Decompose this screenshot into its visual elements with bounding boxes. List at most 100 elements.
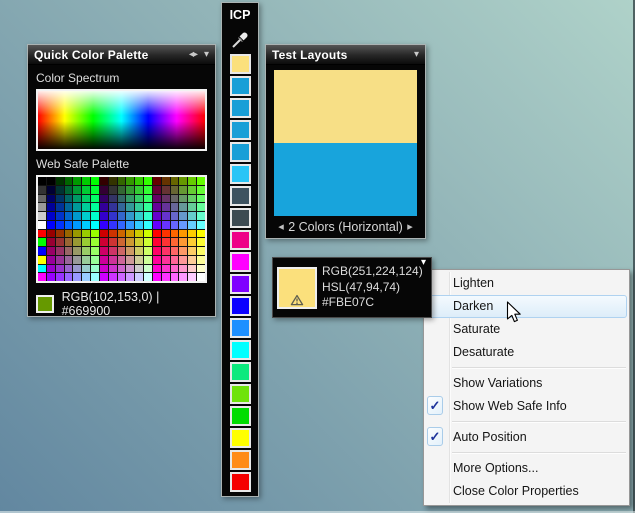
palette-cell[interactable] xyxy=(46,177,55,185)
palette-cell[interactable] xyxy=(126,203,135,211)
palette-cell[interactable] xyxy=(82,194,91,203)
icp-color-swatch[interactable] xyxy=(229,296,251,316)
palette-cell[interactable] xyxy=(170,247,179,255)
palette-cell[interactable] xyxy=(73,203,82,211)
palette-cell[interactable] xyxy=(170,220,179,229)
palette-cell[interactable] xyxy=(91,255,99,264)
palette-cell[interactable] xyxy=(135,229,144,238)
palette-cell[interactable] xyxy=(179,264,188,273)
icp-color-swatch[interactable] xyxy=(229,120,251,140)
menu-item-saturate[interactable]: Saturate xyxy=(424,318,629,341)
palette-cell[interactable] xyxy=(64,194,73,203)
palette-cell[interactable] xyxy=(170,212,179,220)
palette-cell[interactable] xyxy=(73,212,82,220)
palette-cell[interactable] xyxy=(82,203,91,211)
palette-cell[interactable] xyxy=(152,229,161,238)
palette-cell[interactable] xyxy=(46,247,55,255)
layout-color-band[interactable] xyxy=(274,70,417,143)
icp-color-swatch[interactable] xyxy=(229,230,251,250)
palette-cell[interactable] xyxy=(170,203,179,211)
palette-cell[interactable] xyxy=(197,177,205,185)
palette-cell[interactable] xyxy=(161,212,170,220)
palette-cell[interactable] xyxy=(64,273,73,281)
palette-cell[interactable] xyxy=(99,194,108,203)
palette-cell[interactable] xyxy=(117,212,126,220)
palette-cell[interactable] xyxy=(179,238,188,246)
palette-cell[interactable] xyxy=(197,264,205,273)
palette-cell[interactable] xyxy=(197,229,205,238)
palette-cell[interactable] xyxy=(135,220,144,229)
palette-cell[interactable] xyxy=(91,177,99,185)
menu-item-desaturate[interactable]: Desaturate xyxy=(424,341,629,364)
palette-cell[interactable] xyxy=(188,185,197,194)
palette-cell[interactable] xyxy=(38,238,46,246)
palette-cell[interactable] xyxy=(152,238,161,246)
palette-cell[interactable] xyxy=(126,185,135,194)
palette-cell[interactable] xyxy=(64,212,73,220)
palette-cell[interactable] xyxy=(99,255,108,264)
palette-cell[interactable] xyxy=(91,229,99,238)
eyedropper-icon[interactable] xyxy=(230,28,250,50)
palette-cell[interactable] xyxy=(188,212,197,220)
palette-cell[interactable] xyxy=(91,203,99,211)
palette-cell[interactable] xyxy=(99,247,108,255)
palette-cell[interactable] xyxy=(170,273,179,281)
palette-cell[interactable] xyxy=(99,203,108,211)
palette-cell[interactable] xyxy=(82,255,91,264)
menu-item-more-options[interactable]: More Options... xyxy=(424,457,629,480)
palette-cell[interactable] xyxy=(38,220,46,229)
palette-cell[interactable] xyxy=(99,177,108,185)
palette-cell[interactable] xyxy=(55,255,64,264)
palette-cell[interactable] xyxy=(170,255,179,264)
next-layout-arrow-icon[interactable]: ▸ xyxy=(403,220,417,233)
icp-color-swatch[interactable] xyxy=(229,76,251,96)
palette-cell[interactable] xyxy=(64,220,73,229)
palette-cell[interactable] xyxy=(188,247,197,255)
palette-cell[interactable] xyxy=(55,273,64,281)
palette-cell[interactable] xyxy=(64,238,73,246)
palette-cell[interactable] xyxy=(64,229,73,238)
icp-color-swatch[interactable] xyxy=(229,428,251,448)
prev-layout-arrow-icon[interactable]: ◂ xyxy=(274,220,288,233)
icp-color-swatch[interactable] xyxy=(229,142,251,162)
palette-cell[interactable] xyxy=(46,238,55,246)
palette-cell[interactable] xyxy=(126,247,135,255)
palette-cell[interactable] xyxy=(161,203,170,211)
palette-cell[interactable] xyxy=(46,212,55,220)
palette-cell[interactable] xyxy=(73,273,82,281)
palette-cell[interactable] xyxy=(108,255,117,264)
palette-cell[interactable] xyxy=(135,247,144,255)
palette-cell[interactable] xyxy=(117,203,126,211)
palette-cell[interactable] xyxy=(82,220,91,229)
palette-cell[interactable] xyxy=(99,220,108,229)
palette-cell[interactable] xyxy=(188,264,197,273)
palette-cell[interactable] xyxy=(161,264,170,273)
palette-cell[interactable] xyxy=(38,177,46,185)
palette-cell[interactable] xyxy=(144,264,152,273)
palette-cell[interactable] xyxy=(197,212,205,220)
palette-cell[interactable] xyxy=(161,185,170,194)
palette-cell[interactable] xyxy=(38,203,46,211)
palette-cell[interactable] xyxy=(64,247,73,255)
palette-cell[interactable] xyxy=(152,194,161,203)
palette-cell[interactable] xyxy=(117,177,126,185)
palette-cell[interactable] xyxy=(135,238,144,246)
palette-cell[interactable] xyxy=(144,273,152,281)
palette-cell[interactable] xyxy=(46,255,55,264)
palette-cell[interactable] xyxy=(38,212,46,220)
palette-cell[interactable] xyxy=(126,273,135,281)
test-layouts-titlebar[interactable]: Test Layouts ▾ xyxy=(266,45,425,65)
palette-cell[interactable] xyxy=(126,255,135,264)
palette-cell[interactable] xyxy=(135,185,144,194)
palette-cell[interactable] xyxy=(152,212,161,220)
palette-cell[interactable] xyxy=(135,177,144,185)
palette-cell[interactable] xyxy=(46,194,55,203)
palette-cell[interactable] xyxy=(179,194,188,203)
palette-cell[interactable] xyxy=(161,255,170,264)
palette-cell[interactable] xyxy=(152,273,161,281)
palette-cell[interactable] xyxy=(170,177,179,185)
palette-cell[interactable] xyxy=(82,177,91,185)
palette-cell[interactable] xyxy=(91,185,99,194)
palette-cell[interactable] xyxy=(126,238,135,246)
resize-horizontal-icon[interactable]: ◂▸ xyxy=(189,49,198,60)
